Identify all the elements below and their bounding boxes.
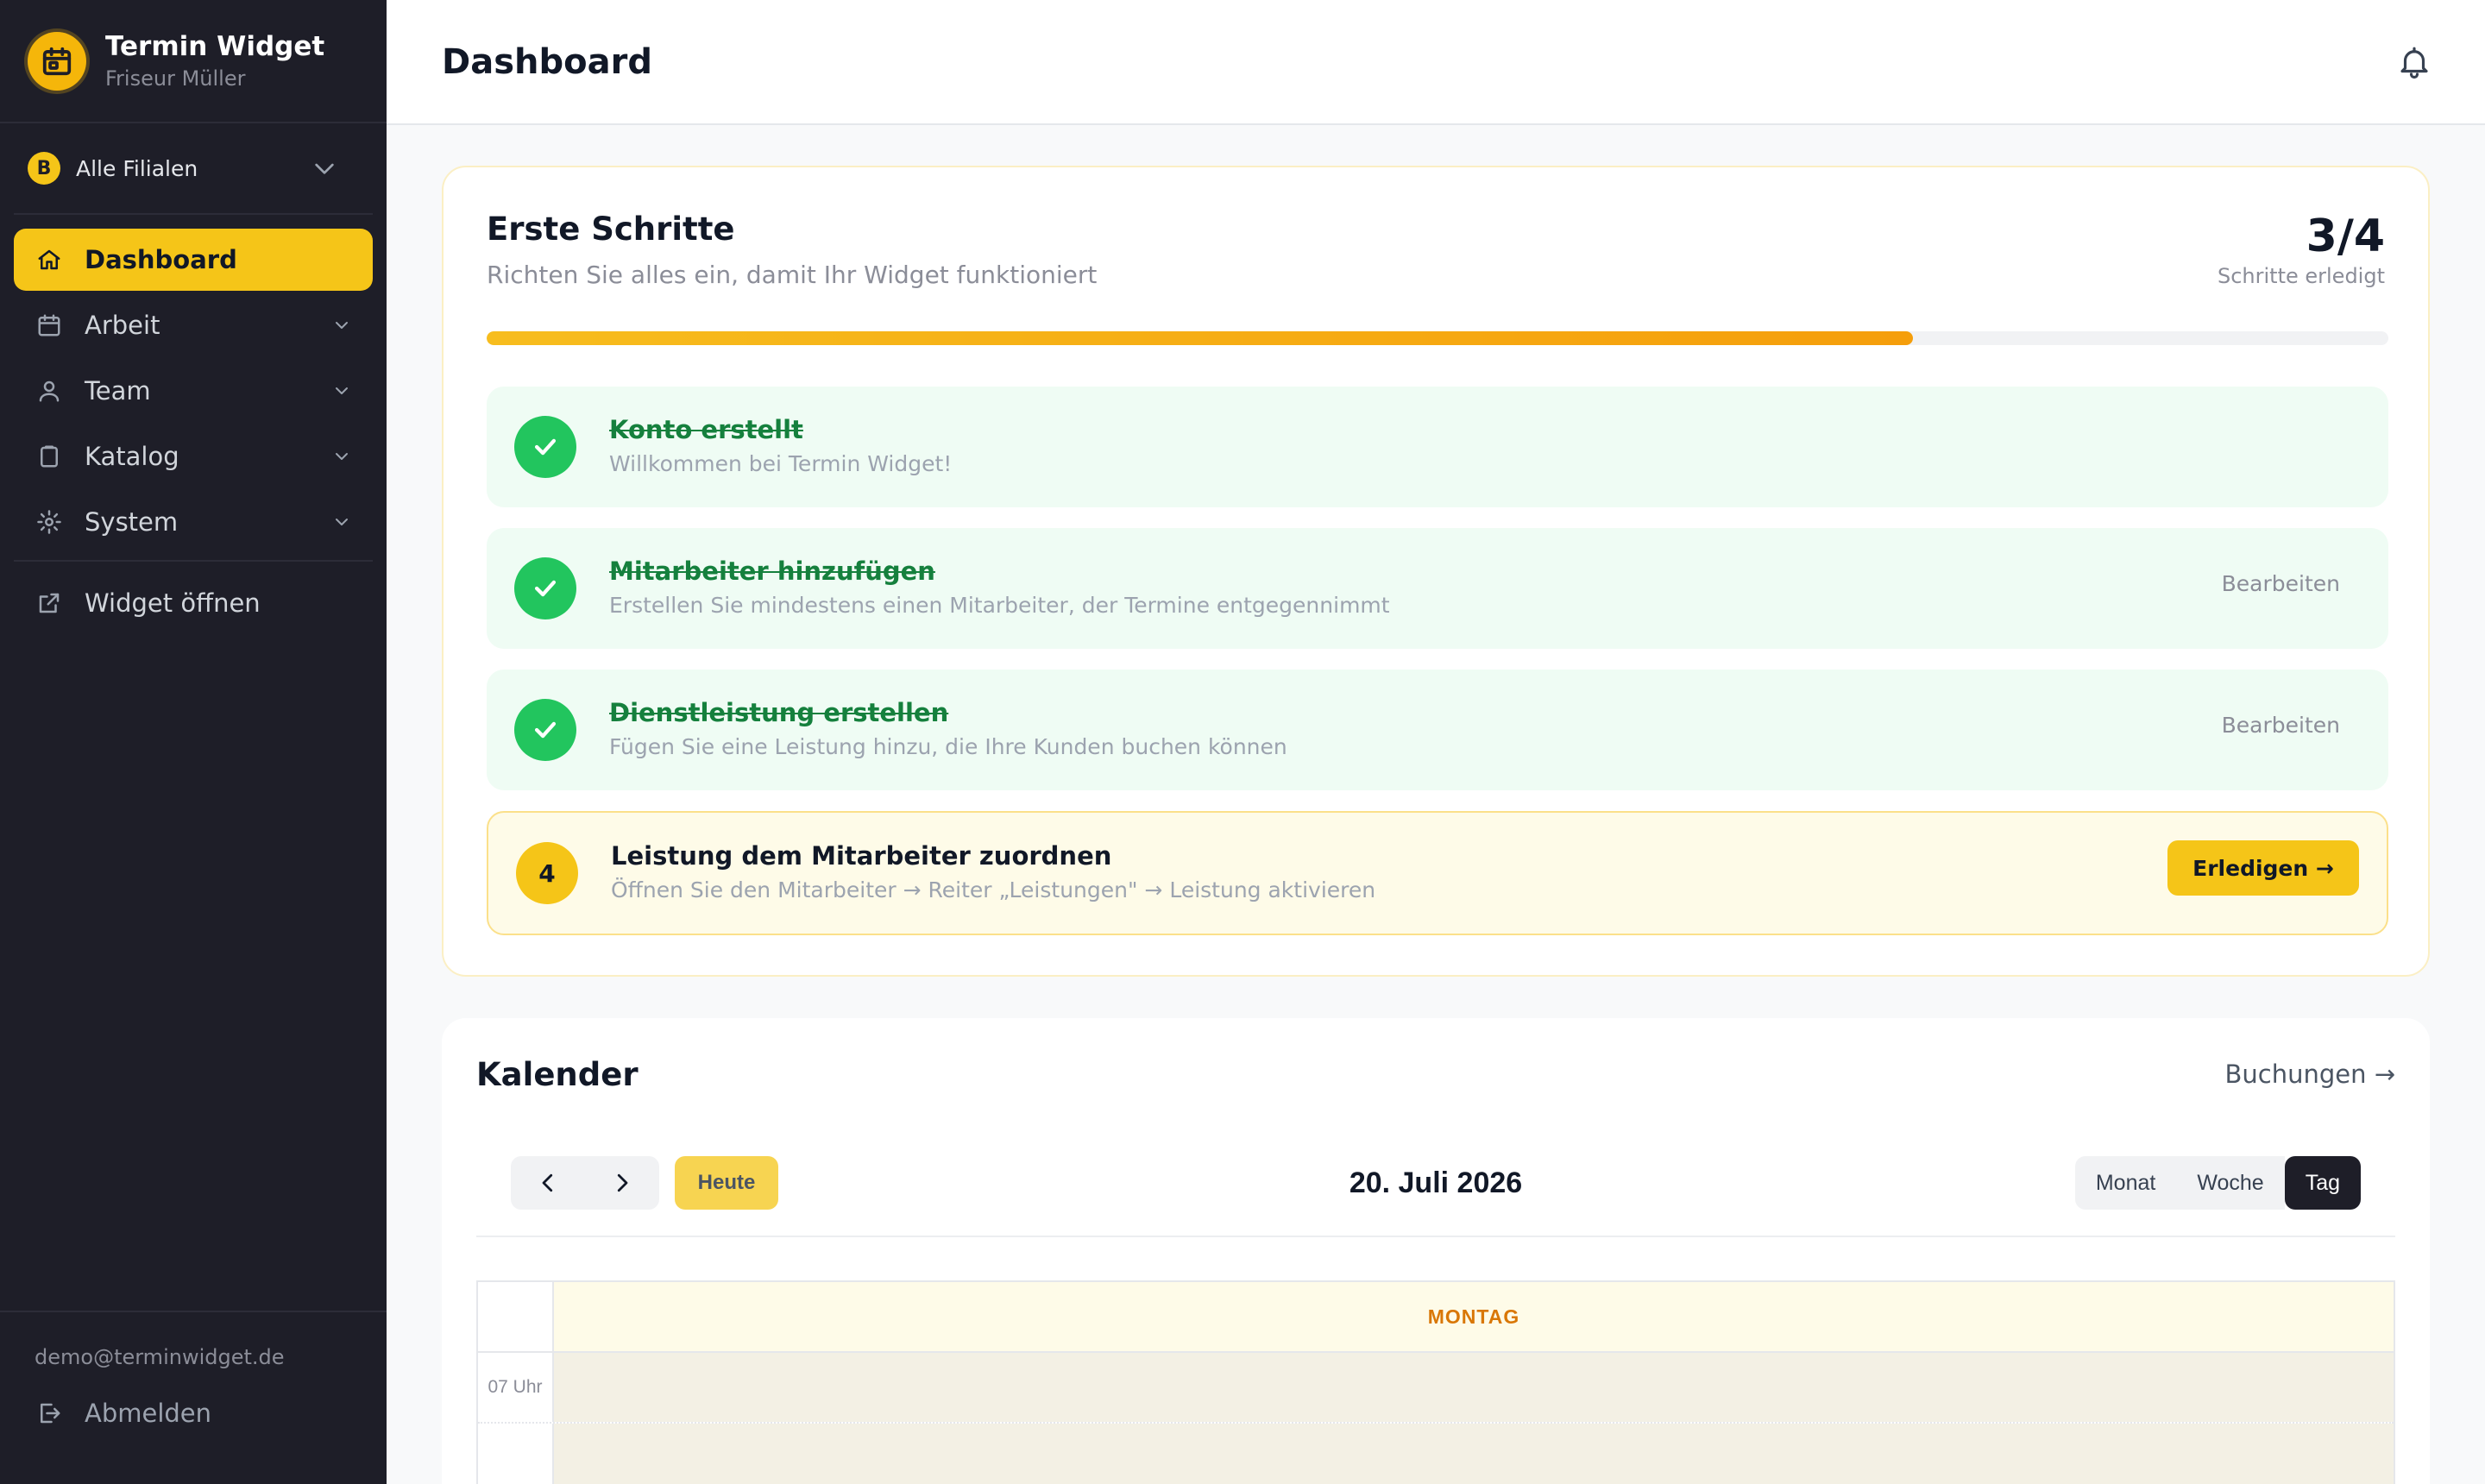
calendar-title: Kalender (476, 1056, 639, 1093)
hour-label: 07 Uhr (478, 1353, 554, 1422)
calendar-toolbar: Heute 20. Juli 2026 Monat Woche Tag (476, 1148, 2395, 1237)
onboarding-card: Erste Schritte Richten Sie alles ein, da… (442, 166, 2430, 977)
progress-fill (487, 331, 1913, 345)
page-title: Dashboard (442, 41, 652, 82)
nav-label: Team (85, 376, 151, 406)
nav-label: System (85, 507, 179, 537)
nav-label: Katalog (85, 442, 179, 471)
view-day-button[interactable]: Tag (2284, 1156, 2361, 1210)
view-month-button[interactable]: Monat (2074, 1156, 2177, 1210)
time-slot[interactable] (554, 1353, 2394, 1422)
edit-link[interactable]: Bearbeiten (2222, 713, 2340, 738)
step-number: 4 (516, 842, 578, 904)
calendar-card: Kalender Buchungen → Heute 20. Juli 2026… (442, 1018, 2430, 1484)
chevron-down-icon (336, 387, 348, 394)
calendar-grid: MONTAG 07 Uhr (476, 1280, 2395, 1484)
nav-item-system[interactable]: System (14, 491, 373, 553)
view-week-button[interactable]: Woche (2176, 1156, 2285, 1210)
onboarding-title: Erste Schritte (487, 211, 735, 248)
nav-item-arbeit[interactable]: Arbeit (14, 294, 373, 356)
branch-selector[interactable]: B Alle Filialen (14, 123, 373, 215)
calendar-icon (35, 311, 64, 340)
check-icon (514, 557, 576, 619)
chevron-down-icon (315, 163, 334, 174)
app-subtitle: Friseur Müller (105, 66, 246, 91)
steps-count-label: Schritte erledigt (2217, 264, 2385, 288)
time-gutter (478, 1282, 554, 1351)
step-item-4: 4 Leistung dem Mitarbeiter zuordnen Öffn… (487, 811, 2388, 935)
clipboard-icon (35, 442, 64, 471)
step-title: Leistung dem Mitarbeiter zuordnen (611, 841, 1112, 871)
edit-link[interactable]: Bearbeiten (2222, 571, 2340, 596)
branch-badge: B (28, 152, 60, 185)
step-item-3: Dienstleistung erstellen Fügen Sie eine … (487, 670, 2388, 790)
user-email: demo@terminwidget.de (35, 1345, 285, 1369)
sidebar: Termin Widget Friseur Müller B Alle Fili… (0, 0, 387, 1484)
logout-button[interactable]: Abmelden (35, 1399, 352, 1428)
calendar-logo-icon (28, 31, 86, 91)
grid-header: MONTAG (478, 1282, 2394, 1353)
step-title: Mitarbeiter hinzufügen (609, 556, 935, 586)
step-desc: Erstellen Sie mindestens einen Mitarbeit… (609, 593, 1390, 618)
app-title: Termin Widget (105, 30, 325, 62)
home-icon (35, 245, 64, 274)
complete-step-button[interactable]: Erledigen → (2167, 840, 2359, 896)
sidebar-footer: demo@terminwidget.de Abmelden (0, 1311, 387, 1484)
check-icon (514, 416, 576, 478)
user-icon (35, 376, 64, 406)
day-header: MONTAG (554, 1282, 2394, 1351)
bell-icon[interactable] (2392, 40, 2437, 85)
step-item-2: Mitarbeiter hinzufügen Erstellen Sie min… (487, 528, 2388, 649)
nav-item-dashboard[interactable]: Dashboard (14, 229, 373, 291)
branch-label: Alle Filialen (76, 155, 198, 181)
gear-icon (35, 507, 64, 537)
step-desc: Fügen Sie eine Leistung hinzu, die Ihre … (609, 734, 1287, 759)
step-desc: Öffnen Sie den Mitarbeiter → Reiter „Lei… (611, 877, 1376, 902)
external-link-icon (35, 588, 64, 618)
nav-item-widget[interactable]: Widget öffnen (14, 572, 373, 634)
nav-label: Dashboard (85, 245, 237, 274)
onboarding-subtitle: Richten Sie alles ein, damit Ihr Widget … (487, 261, 1098, 289)
brand: Termin Widget Friseur Müller (0, 0, 387, 123)
step-title: Dienstleistung erstellen (609, 698, 949, 727)
step-item-1: Konto erstellt Willkommen bei Termin Wid… (487, 387, 2388, 507)
nav-label: Arbeit (85, 311, 160, 340)
view-switcher: Monat Woche Tag (2074, 1156, 2361, 1210)
hour-label (478, 1424, 554, 1484)
progress-bar (487, 331, 2388, 345)
chevron-down-icon (336, 322, 348, 329)
steps-count: 3/4 (2306, 211, 2385, 262)
time-row: 07 Uhr (478, 1353, 2394, 1424)
logout-label: Abmelden (85, 1399, 212, 1428)
main-nav: Dashboard Arbeit Team Katalog System Wid… (0, 215, 387, 634)
time-row (478, 1424, 2394, 1484)
nav-item-team[interactable]: Team (14, 360, 373, 422)
check-icon (514, 699, 576, 761)
step-title: Konto erstellt (609, 415, 803, 444)
time-slot[interactable] (554, 1424, 2394, 1484)
bookings-link[interactable]: Buchungen → (2224, 1060, 2395, 1089)
chevron-down-icon (336, 453, 348, 460)
top-header: Dashboard (387, 0, 2485, 125)
logout-icon (35, 1399, 64, 1428)
step-desc: Willkommen bei Termin Widget! (609, 451, 953, 476)
nav-divider (14, 560, 373, 562)
nav-label: Widget öffnen (85, 588, 261, 618)
nav-item-katalog[interactable]: Katalog (14, 425, 373, 487)
chevron-down-icon (336, 519, 348, 525)
